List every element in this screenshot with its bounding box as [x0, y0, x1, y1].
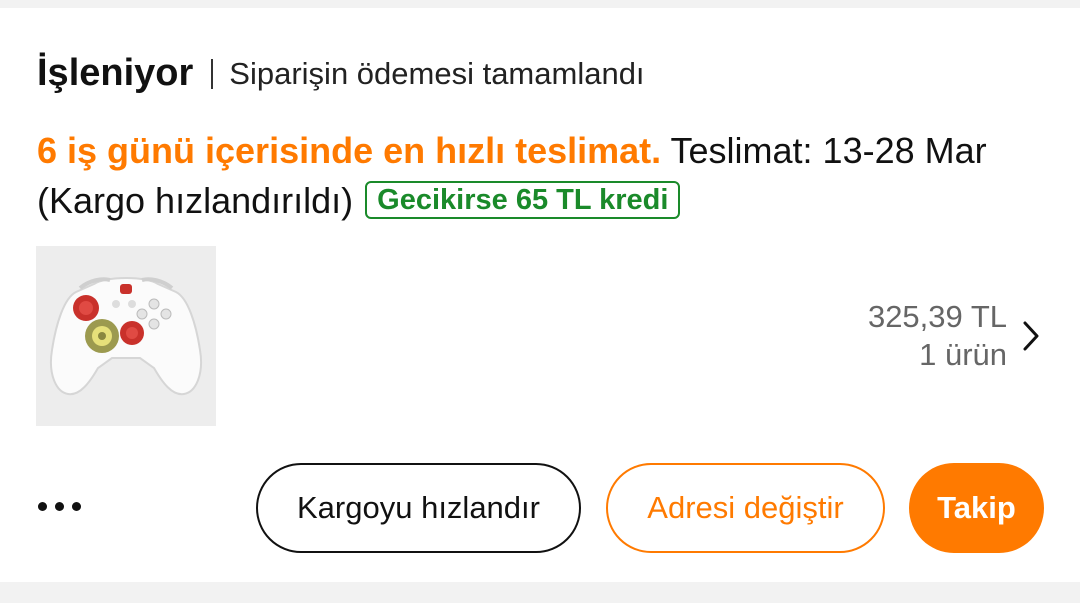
- item-count: 1 ürün: [919, 337, 1007, 372]
- more-dots-icon[interactable]: [38, 486, 88, 526]
- product-thumbnail[interactable]: [36, 246, 216, 426]
- order-status-row: İşleniyor Siparişin ödemesi tamamlandı: [37, 52, 645, 95]
- dot: [55, 501, 64, 511]
- dot: [38, 501, 47, 511]
- speed-up-shipping-button[interactable]: Kargoyu hızlandır: [256, 463, 581, 553]
- status-divider: [211, 58, 214, 89]
- price-summary[interactable]: 325,39 TL 1 ürün: [868, 298, 1007, 374]
- order-status-subtitle: Siparişin ödemesi tamamlandı: [229, 55, 645, 91]
- delivery-info: 6 iş günü içerisinde en hızlı teslimat. …: [37, 126, 1047, 226]
- late-credit-badge: Gecikirse 65 TL kredi: [365, 181, 681, 219]
- dot: [72, 501, 81, 511]
- order-status-title: İşleniyor: [37, 52, 194, 94]
- order-price: 325,39 TL: [867, 299, 1007, 334]
- chevron-right-icon[interactable]: [1022, 320, 1040, 352]
- change-address-button[interactable]: Adresi değiştir: [606, 463, 885, 553]
- game-controller-icon: [50, 277, 202, 396]
- order-card[interactable]: İşleniyor Siparişin ödemesi tamamlandı 6…: [0, 8, 1080, 582]
- track-button[interactable]: Takip: [909, 463, 1044, 553]
- fast-delivery-text: 6 iş günü içerisinde en hızlı teslimat.: [37, 130, 662, 171]
